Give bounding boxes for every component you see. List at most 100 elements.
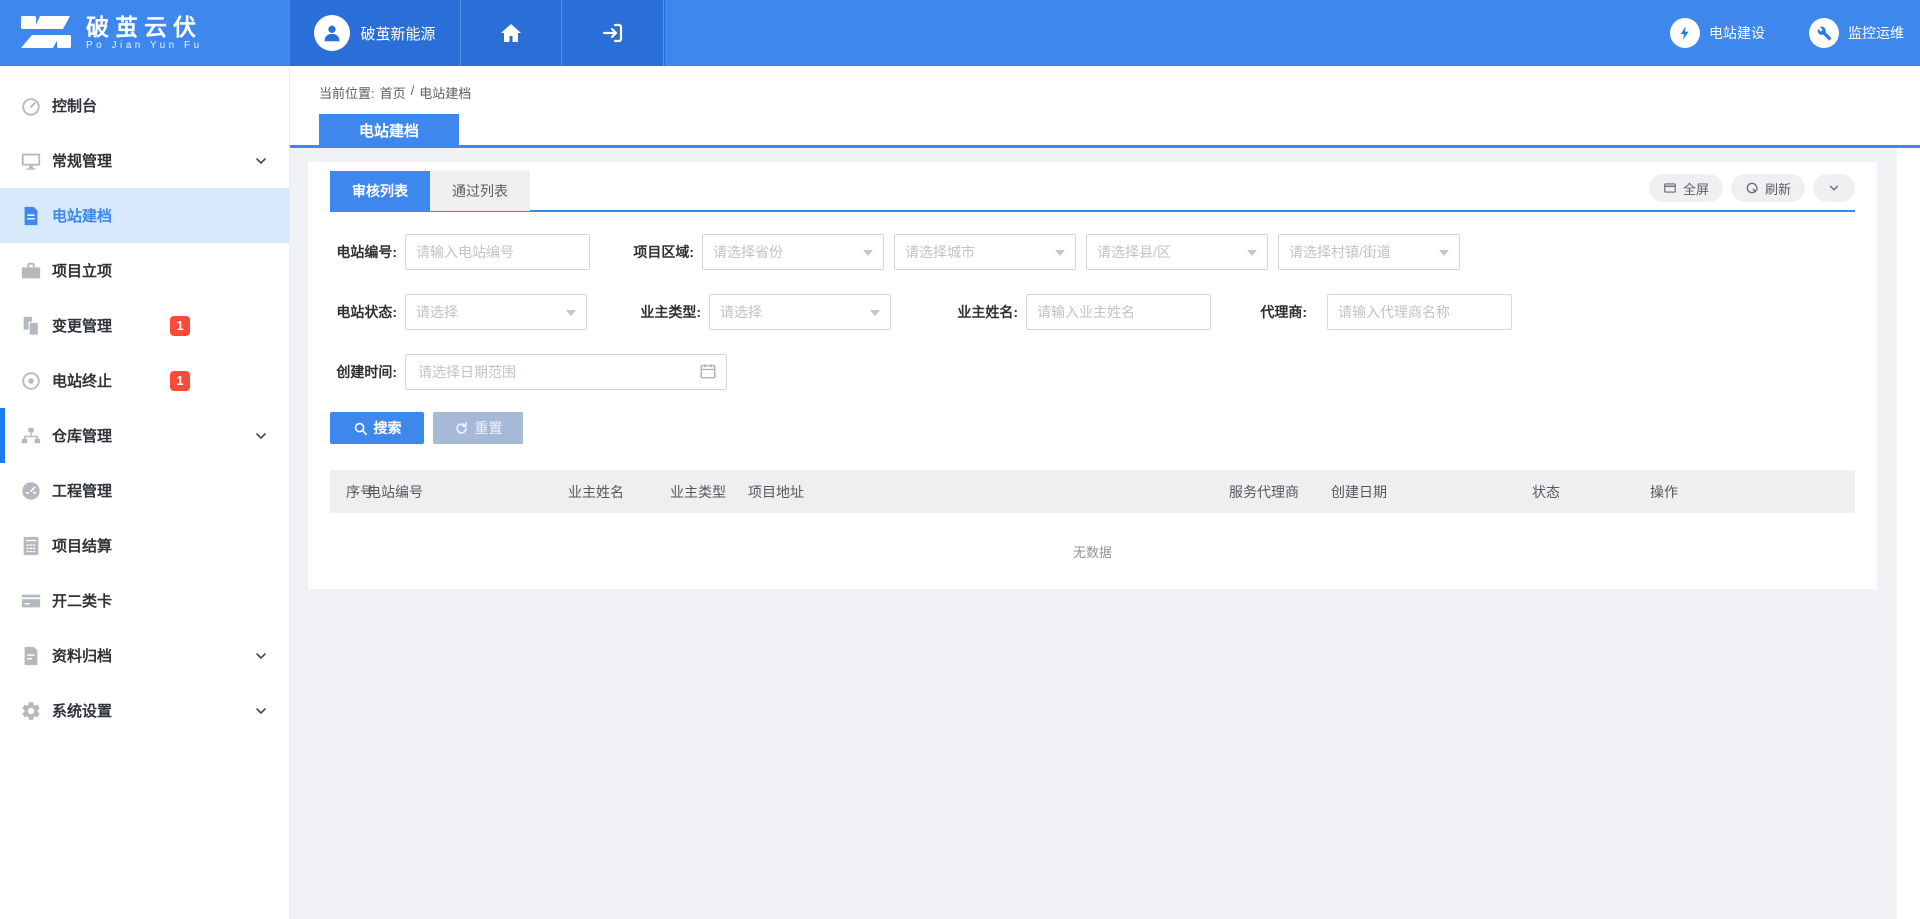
breadcrumb-current: 电站建档 <box>419 83 471 102</box>
filter-row-1: 电站编号: 项目区域: 请选择省份 请选择城市 请选择县/区 请选择村镇/街道 <box>330 234 1855 270</box>
filter-row-2: 电站状态: 请选择 业主类型: 请选择 业主姓名: 代理商: <box>330 294 1855 330</box>
calendar-icon <box>699 362 717 385</box>
page-tab-station-archive[interactable]: 电站建档 <box>319 114 459 147</box>
fullscreen-button[interactable]: 全屏 <box>1649 174 1723 202</box>
owner-name-label: 业主姓名: <box>901 302 1026 322</box>
calculator-icon <box>20 535 42 557</box>
sidebar-item-station-archive[interactable]: 电站建档 <box>0 188 289 243</box>
caret-down-icon <box>1439 250 1449 256</box>
filter-panel: 审核列表 通过列表 全屏 刷新 <box>308 162 1877 589</box>
mode-monitor-ops[interactable]: 监控运维 <box>1809 18 1904 48</box>
monitor-icon <box>20 150 42 172</box>
change-mgmt-badge: 1 <box>170 316 190 336</box>
search-button[interactable]: 搜索 <box>330 412 424 444</box>
tab-review-list[interactable]: 审核列表 <box>330 171 430 211</box>
province-select[interactable]: 请选择省份 <box>702 234 884 270</box>
main-content: 当前位置: 首页 / 电站建档 电站建档 审核列表 通过列表 全屏 刷新 <box>290 66 1920 919</box>
sidebar-item-engineering-mgmt[interactable]: 工程管理 <box>0 463 289 518</box>
station-terminate-badge: 1 <box>170 371 190 391</box>
date-range-input[interactable] <box>405 354 727 390</box>
city-select[interactable]: 请选择城市 <box>894 234 1076 270</box>
reset-button[interactable]: 重置 <box>433 412 523 444</box>
mode-station-build[interactable]: 电站建设 <box>1670 18 1765 48</box>
card-icon <box>20 590 42 612</box>
filter-row-3: 创建时间: <box>330 354 1855 390</box>
sidebar-item-console[interactable]: 控制台 <box>0 78 289 133</box>
col-owner-type: 业主类型 <box>670 482 748 502</box>
page-header: 当前位置: 首页 / 电站建档 电站建档 <box>290 66 1920 148</box>
col-address: 项目地址 <box>748 482 1229 502</box>
col-station-no: 电站编号 <box>367 482 568 502</box>
chevron-down-icon <box>253 428 269 444</box>
brand-logo: 破茧云伏 Po Jian Yun Fu <box>0 0 290 66</box>
col-seq: 序号 <box>330 482 367 502</box>
caret-down-icon <box>870 310 880 316</box>
caret-down-icon <box>566 310 576 316</box>
agent-label: 代理商: <box>1211 302 1327 322</box>
topbar-mode-switch: 电站建设 监控运维 <box>1670 0 1904 66</box>
refresh-button[interactable]: 刷新 <box>1731 174 1805 202</box>
fullscreen-icon <box>1663 181 1677 195</box>
home-icon <box>499 21 523 45</box>
wrench-icon <box>1809 18 1839 48</box>
col-create-date: 创建日期 <box>1331 482 1532 502</box>
sidebar-item-project-settlement[interactable]: 项目结算 <box>0 518 289 573</box>
sidebar-item-station-terminate[interactable]: 电站终止 1 <box>0 353 289 408</box>
sidebar-item-warehouse-mgmt[interactable]: 仓库管理 <box>0 408 289 463</box>
status-label: 电站状态: <box>330 302 405 322</box>
results-table: 序号 电站编号 业主姓名 业主类型 项目地址 服务代理商 创建日期 状态 操作 … <box>330 470 1855 589</box>
top-bar: 破茧云伏 Po Jian Yun Fu 破茧新能源 电站建设 <box>0 0 1920 66</box>
chevron-down-icon <box>253 153 269 169</box>
agent-input[interactable] <box>1327 294 1512 330</box>
empty-state: 无数据 <box>330 513 1855 589</box>
home-button[interactable] <box>461 0 562 66</box>
table-header-row: 序号 电站编号 业主姓名 业主类型 项目地址 服务代理商 创建日期 状态 操作 <box>330 470 1855 513</box>
station-no-label: 电站编号: <box>330 242 405 262</box>
region-label: 项目区域: <box>590 242 702 262</box>
col-agent: 服务代理商 <box>1229 482 1331 502</box>
status-select[interactable]: 请选择 <box>405 294 587 330</box>
user-avatar-icon <box>314 15 350 51</box>
caret-down-icon <box>1055 250 1065 256</box>
sidebar-item-system-settings[interactable]: 系统设置 <box>0 683 289 738</box>
briefcase-icon <box>20 260 42 282</box>
tab-passed-list[interactable]: 通过列表 <box>430 171 530 211</box>
logo-mark-icon <box>20 14 72 52</box>
gauge-icon <box>20 95 42 117</box>
col-actions: 操作 <box>1650 482 1855 502</box>
owner-name-input[interactable] <box>1026 294 1211 330</box>
logout-button[interactable] <box>562 0 664 66</box>
dashboard-icon <box>20 480 42 502</box>
sidebar-item-general-mgmt[interactable]: 常规管理 <box>0 133 289 188</box>
breadcrumb-home[interactable]: 首页 <box>380 83 406 102</box>
sidebar-item-data-archive[interactable]: 资料归档 <box>0 628 289 683</box>
bolt-icon <box>1670 18 1700 48</box>
owner-type-label: 业主类型: <box>597 302 709 322</box>
user-menu[interactable]: 破茧新能源 <box>290 0 461 66</box>
sitemap-icon <box>20 425 42 447</box>
col-owner-name: 业主姓名 <box>568 482 670 502</box>
gear-icon <box>20 700 42 722</box>
list-tabs: 审核列表 通过列表 全屏 刷新 <box>330 172 1855 212</box>
county-select[interactable]: 请选择县/区 <box>1086 234 1268 270</box>
sidebar-item-type2-card[interactable]: 开二类卡 <box>0 573 289 628</box>
col-status: 状态 <box>1532 482 1650 502</box>
search-icon <box>353 421 368 436</box>
sidebar: 控制台 常规管理 电站建档 项目立项 变更管理 1 电站终止 1 <box>0 66 290 919</box>
breadcrumb-separator: / <box>411 83 415 102</box>
scrollbar-track[interactable] <box>1897 148 1920 919</box>
topbar-nav: 破茧新能源 <box>290 0 665 66</box>
chevron-down-icon <box>253 648 269 664</box>
town-select[interactable]: 请选择村镇/街道 <box>1278 234 1460 270</box>
owner-type-select[interactable]: 请选择 <box>709 294 891 330</box>
refresh-icon <box>454 421 469 436</box>
chevron-down-icon <box>253 703 269 719</box>
refresh-icon <box>1745 181 1759 195</box>
sidebar-item-project-initiation[interactable]: 项目立项 <box>0 243 289 298</box>
station-no-input[interactable] <box>405 234 590 270</box>
sidebar-item-change-mgmt[interactable]: 变更管理 1 <box>0 298 289 353</box>
document-icon <box>20 205 42 227</box>
caret-down-icon <box>863 250 873 256</box>
collapse-button[interactable] <box>1813 174 1855 202</box>
filter-actions: 搜索 重置 <box>330 412 1855 444</box>
